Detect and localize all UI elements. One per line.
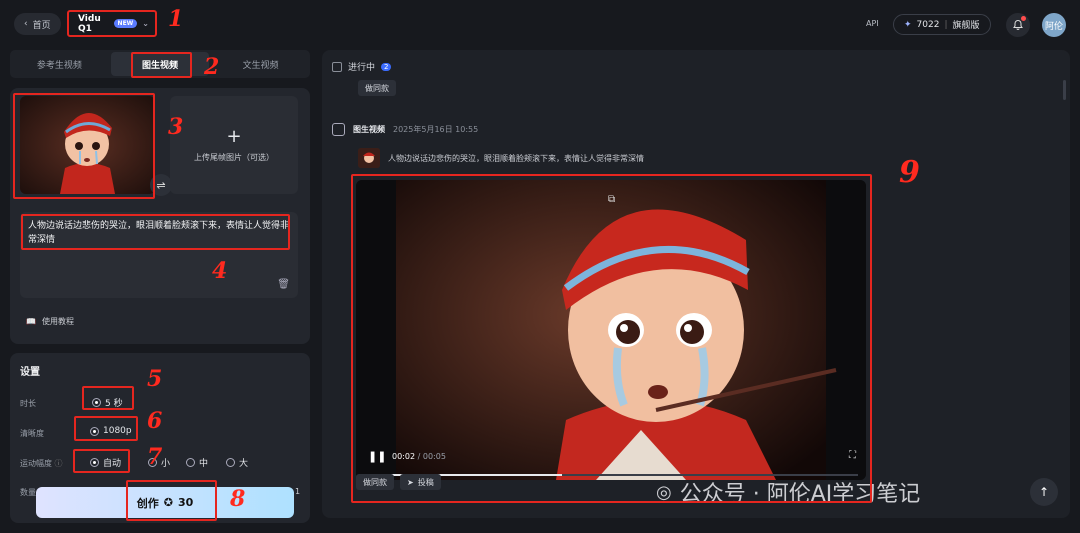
motion-option-large[interactable]: 大 bbox=[226, 456, 248, 469]
annotation-box-5 bbox=[82, 386, 134, 410]
trash-icon[interactable]: 🗑 bbox=[277, 277, 290, 292]
annotation-number-3: 3 bbox=[168, 114, 184, 140]
annotation-number-8: 8 bbox=[230, 486, 246, 512]
notification-dot bbox=[1021, 16, 1026, 21]
in-progress-label: 进行中 bbox=[348, 63, 376, 73]
tutorial-link[interactable]: 📖 使用教程 bbox=[26, 316, 74, 327]
info-icon: ⓘ bbox=[54, 459, 63, 468]
in-progress-count: 2 bbox=[381, 62, 392, 71]
scrollbar[interactable] bbox=[1063, 80, 1066, 100]
back-home-button[interactable]: ‹ 首页 bbox=[14, 13, 61, 35]
avatar[interactable]: 阿伦 bbox=[1042, 13, 1066, 37]
top-bar: ‹ 首页 Vidu Q1 NEW ⌄ API ✦ 7022 | 旗舰版 阿伦 bbox=[0, 0, 1080, 50]
quantity-value: 1 bbox=[295, 487, 301, 496]
annotation-number-7: 7 bbox=[147, 444, 163, 470]
chevron-left-icon: ‹ bbox=[24, 19, 28, 29]
plan-label: 旗舰版 bbox=[952, 21, 980, 31]
annotation-box-9 bbox=[351, 174, 872, 503]
in-progress-filter[interactable]: 进行中 2 bbox=[332, 60, 392, 73]
end-frame-label: 上传尾帧图片（可选） bbox=[194, 152, 274, 162]
annotation-box-4 bbox=[21, 214, 290, 250]
tab-reference-video[interactable]: 参考生视频 bbox=[10, 50, 109, 78]
annotation-box-2 bbox=[131, 52, 192, 78]
radio-icon bbox=[226, 458, 235, 467]
radio-icon bbox=[186, 458, 195, 467]
notification-button[interactable] bbox=[1006, 13, 1030, 37]
book-icon: 📖 bbox=[26, 317, 36, 326]
credit-icon: ✦ bbox=[904, 19, 912, 30]
annotation-box-3 bbox=[13, 93, 155, 199]
resolution-label: 清晰度 bbox=[20, 429, 44, 438]
image-video-icon bbox=[332, 123, 345, 136]
annotation-box-8 bbox=[126, 480, 217, 521]
credits-button[interactable]: ✦ 7022 | 旗舰版 bbox=[893, 14, 991, 35]
settings-title: 设置 bbox=[20, 367, 40, 378]
chevron-down-icon: ⌄ bbox=[142, 19, 149, 28]
annotation-box-7 bbox=[73, 449, 130, 473]
api-link[interactable]: API bbox=[866, 19, 879, 28]
motion-option-medium[interactable]: 中 bbox=[186, 456, 208, 469]
back-label: 首页 bbox=[32, 20, 51, 31]
credits-value: 7022 bbox=[916, 19, 940, 30]
motion-label: 运动幅度 ⓘ bbox=[20, 459, 63, 468]
model-name: Vidu Q1 bbox=[78, 13, 101, 34]
checkbox[interactable] bbox=[332, 61, 342, 72]
annotation-number-6: 6 bbox=[147, 408, 163, 434]
annotation-number-9: 9 bbox=[899, 155, 920, 190]
annotation-number-2: 2 bbox=[204, 54, 220, 80]
model-select[interactable]: Vidu Q1 NEW ⌄ bbox=[67, 10, 157, 37]
annotation-number-5: 5 bbox=[147, 366, 163, 392]
end-frame-upload[interactable]: + 上传尾帧图片（可选） bbox=[170, 96, 298, 194]
same-style-button[interactable]: 做同款 bbox=[358, 80, 396, 96]
source-thumbnail[interactable] bbox=[358, 148, 380, 168]
new-badge: NEW bbox=[113, 19, 138, 28]
generation-date: 2025年5月16日 10:55 bbox=[393, 125, 479, 134]
annotation-box-6 bbox=[74, 416, 138, 441]
tab-text-to-video[interactable]: 文生视频 bbox=[211, 50, 310, 78]
duration-label: 时长 bbox=[20, 399, 36, 408]
quantity-label: 数量 bbox=[20, 488, 36, 497]
divider: | bbox=[944, 19, 948, 30]
annotation-number-4: 4 bbox=[212, 258, 228, 284]
plus-icon: + bbox=[226, 125, 242, 147]
annotation-number-1: 1 bbox=[168, 6, 184, 32]
generation-type: 图生视频 bbox=[353, 125, 385, 134]
tutorial-label: 使用教程 bbox=[41, 317, 74, 326]
arrow-up-icon: ↑ bbox=[1038, 485, 1050, 499]
generation-prompt-text: 人物边说话边悲伤的哭泣，眼泪顺着脸颊滚下来，表情让人觉得非常深情 bbox=[388, 153, 644, 163]
scroll-top-button[interactable]: ↑ bbox=[1030, 478, 1058, 506]
generation-header: 图生视频 2025年5月16日 10:55 bbox=[332, 123, 478, 136]
generation-prompt: 人物边说话边悲伤的哭泣，眼泪顺着脸颊滚下来，表情让人觉得非常深情 bbox=[358, 148, 644, 168]
